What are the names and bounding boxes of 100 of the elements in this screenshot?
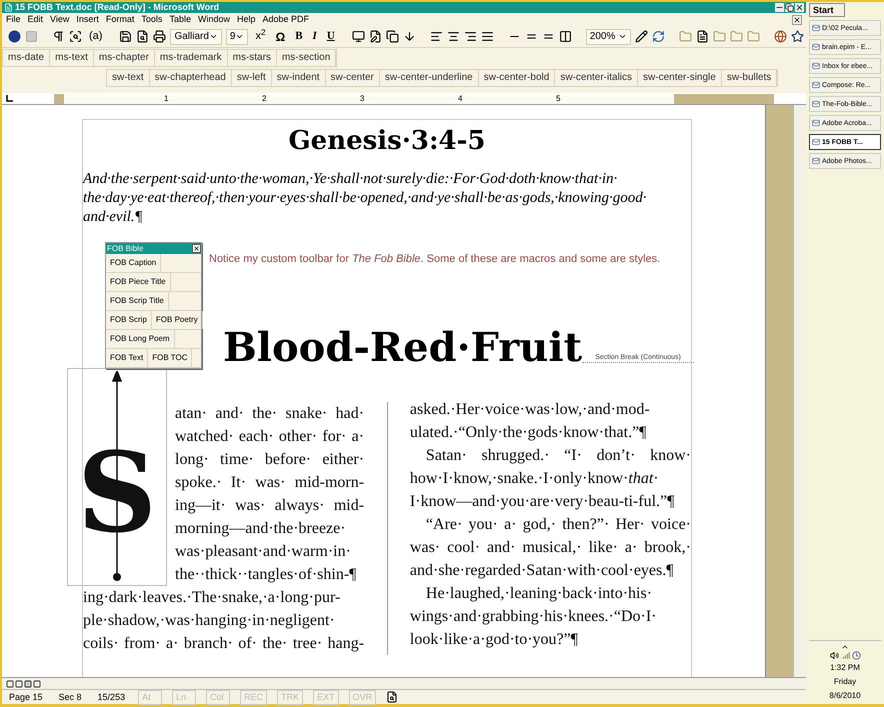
- vertical-scrollbar[interactable]: [793, 105, 806, 677]
- position-status: 15/253: [96, 690, 126, 704]
- close-document-icon[interactable]: [792, 14, 802, 24]
- text-line: wings·and·grabbing·his·knees.·“Do·I·: [410, 606, 658, 626]
- align-left-icon[interactable]: [430, 30, 443, 43]
- status-indicator: At: [138, 690, 162, 704]
- text-line: coils· from· a· branch· of· the· tree· hang-: [83, 634, 364, 654]
- justify-icon[interactable]: [480, 30, 494, 43]
- style-button[interactable]: FOB TOC: [148, 349, 192, 367]
- close-icon[interactable]: [795, 3, 804, 12]
- macro-button[interactable]: sw-chapterhead: [150, 70, 232, 86]
- macro-button[interactable]: sw-center: [326, 70, 380, 86]
- style-button[interactable]: FOB Long Poem: [106, 330, 175, 348]
- speaker-icon[interactable]: [830, 651, 838, 660]
- macro-button[interactable]: ms-text: [50, 50, 94, 66]
- globe-icon[interactable]: [774, 30, 788, 43]
- macro-button[interactable]: sw-center-underline: [380, 70, 479, 86]
- menu-item[interactable]: View: [50, 15, 70, 24]
- chevron-icon[interactable]: [841, 643, 849, 651]
- macro-button[interactable]: sw-center-bold: [478, 70, 556, 86]
- symbol-button[interactable]: Ω: [272, 30, 288, 42]
- verse-line: and·evil.¶: [83, 208, 144, 227]
- magnifier-icon[interactable]: [69, 30, 82, 43]
- text-line: Satan· shrugged.· “I· don’t· know·: [424, 446, 691, 466]
- status-indicator: Col: [206, 690, 230, 704]
- clock-date: 8/6/2010: [829, 690, 861, 702]
- close-icon[interactable]: [192, 244, 201, 253]
- style-button[interactable]: FOB Piece Title: [106, 273, 171, 291]
- minimize-icon[interactable]: [775, 3, 784, 12]
- app-icon: [812, 157, 820, 165]
- star-icon[interactable]: [791, 30, 804, 43]
- signal-icon[interactable]: [840, 651, 850, 660]
- macro-button[interactable]: ms-date: [3, 50, 50, 66]
- macro-button[interactable]: ms-section: [276, 50, 336, 66]
- menu-item[interactable]: Window: [198, 15, 230, 24]
- menu-item[interactable]: Format: [106, 15, 134, 24]
- font-size-field[interactable]: 9: [226, 28, 248, 44]
- columns-icon[interactable]: [558, 30, 572, 43]
- style-button[interactable]: FOB Text: [106, 349, 148, 367]
- app-icon: [812, 62, 820, 70]
- print-preview-icon[interactable]: [136, 30, 150, 43]
- menu-item[interactable]: Help: [236, 15, 256, 24]
- macro-button[interactable]: sw-left: [232, 70, 272, 86]
- style-button[interactable]: FOB Caption: [106, 254, 162, 272]
- menu-item[interactable]: Adobe PDF: [262, 15, 310, 24]
- align-center-icon[interactable]: [446, 30, 460, 43]
- bold-button[interactable]: B: [292, 31, 306, 42]
- style-button[interactable]: FOB Scrip Title: [106, 292, 169, 310]
- pilcrow-icon[interactable]: [52, 30, 65, 43]
- style-button[interactable]: FOB Poetry: [152, 311, 203, 329]
- word-icon: [4, 3, 13, 12]
- status-indicator: Ln: [172, 690, 196, 704]
- copy-icon[interactable]: [386, 30, 399, 43]
- text-line: long· time· before· either·: [175, 450, 364, 470]
- horizontal-scrollbar[interactable]: [2, 677, 806, 689]
- app-icon: [812, 100, 820, 108]
- style-button[interactable]: (a): [86, 31, 106, 42]
- chapter-title: Blood-Red·Fruit: [223, 322, 582, 372]
- save-icon[interactable]: [119, 30, 132, 43]
- start-button[interactable]: Start: [809, 3, 845, 17]
- macro-button[interactable]: sw-indent: [272, 70, 326, 86]
- italic-button[interactable]: I: [310, 31, 320, 42]
- caret-icon[interactable]: [235, 32, 244, 41]
- down-arrow-icon[interactable]: [402, 30, 416, 43]
- menu-item[interactable]: Edit: [28, 15, 44, 24]
- spelling-icon[interactable]: [386, 691, 398, 703]
- macro-button[interactable]: sw-center-italics: [555, 70, 638, 86]
- document-icon[interactable]: [696, 30, 710, 43]
- macro-button[interactable]: ms-stars: [228, 50, 277, 66]
- menu-item[interactable]: Insert: [76, 15, 99, 24]
- clock-day: Friday: [834, 676, 856, 688]
- text-line: atan· and· the· snake· had·: [175, 404, 364, 424]
- superscript-button[interactable]: x$^{2}$: [252, 31, 269, 42]
- menu-item[interactable]: Table: [169, 15, 191, 24]
- clock-icon[interactable]: [852, 651, 860, 660]
- underline-button[interactable]: U: [324, 31, 338, 42]
- macro-button[interactable]: ms-chapter: [94, 50, 155, 66]
- ruler-number: 1: [164, 94, 170, 102]
- edit-icon[interactable]: [368, 30, 382, 43]
- printer-icon[interactable]: [153, 30, 166, 43]
- restore-icon[interactable]: [785, 3, 794, 12]
- zoom-field[interactable]: 200%: [586, 28, 632, 44]
- menu-item[interactable]: Tools: [141, 15, 162, 24]
- tab-stop-icon[interactable]: [6, 95, 13, 102]
- record-icon[interactable]: [8, 30, 21, 43]
- macro-button[interactable]: sw-center-single: [638, 70, 722, 86]
- macro-button[interactable]: sw-bullets: [722, 70, 778, 86]
- align-right-icon[interactable]: [464, 30, 477, 43]
- section-status: Sec 8: [58, 690, 83, 704]
- text-line: watched· each· other· for· a·: [175, 426, 364, 446]
- caret-icon[interactable]: [618, 32, 628, 41]
- text-line: and·she·regarded·Satan·with·cool·eyes.¶: [410, 560, 674, 580]
- caret-icon[interactable]: [208, 32, 218, 41]
- macro-button[interactable]: ms-trademark: [154, 50, 228, 66]
- pen-icon[interactable]: [635, 30, 648, 43]
- macro-button[interactable]: sw-text: [107, 70, 150, 86]
- refresh-icon[interactable]: [652, 30, 666, 43]
- menu-item[interactable]: File: [6, 15, 21, 24]
- style-button[interactable]: FOB Scrip: [106, 311, 152, 329]
- font-field[interactable]: Galliard: [170, 28, 222, 44]
